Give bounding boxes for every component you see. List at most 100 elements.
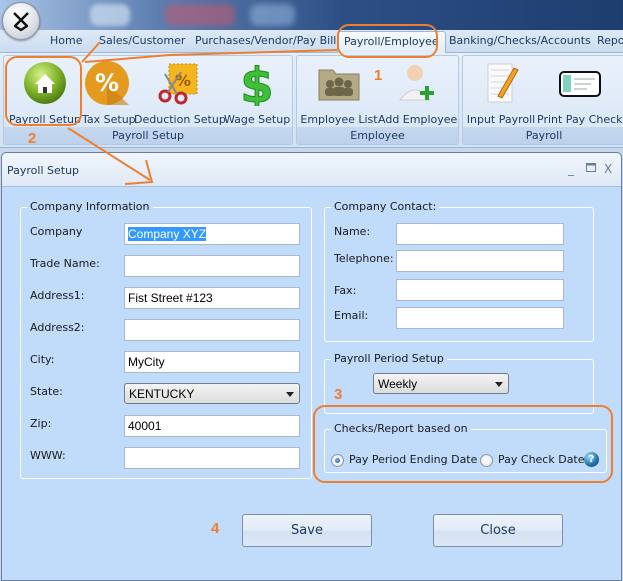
email-label: Email: [334,309,369,322]
tab-payroll-employee[interactable]: Payroll/Employee [337,31,446,54]
pay-check-date-label[interactable]: Pay Check Date [498,453,585,466]
address1-input[interactable]: Fist Street #123 [124,287,300,309]
svg-text:$: $ [240,60,273,106]
pay-check-date-radio[interactable] [480,454,493,467]
zip-label: Zip: [30,417,52,430]
employee-list-label: Employee List [300,113,378,126]
company-input[interactable]: Company XYZ [124,223,300,245]
company-information-legend: Company Information [27,200,153,213]
city-label: City: [30,353,55,366]
company-value: Company XYZ [128,227,207,241]
notepad-pencil-icon [487,63,519,103]
state-label: State: [30,385,63,398]
wage-setup-button[interactable]: $ Wage Setup [224,58,290,128]
trade-name-label: Trade Name: [30,257,100,270]
telephone-label: Telephone: [334,252,394,265]
checks-report-group: Checks/Report based on [324,422,607,473]
payroll-period-value: Weekly [378,377,418,391]
maximize-button[interactable] [586,162,596,175]
address1-label: Address1: [30,289,85,302]
company-information-group: Company Information [20,200,312,479]
percent-icon: % [85,61,129,105]
email-input[interactable] [396,307,564,329]
company-contact-legend: Company Contact: [331,200,440,213]
app-menu-button[interactable] [2,2,40,40]
title-bar-decoration [165,4,235,26]
group-label-payroll-setup: Payroll Setup [4,127,292,144]
print-pay-checks-button[interactable]: Print Pay Checks [537,58,623,128]
window-title-bar [0,0,623,30]
telephone-input[interactable] [396,250,564,272]
zip-input[interactable]: 40001 [124,415,300,437]
close-window-button[interactable]: X [604,162,612,176]
folder-users-icon [318,69,360,101]
add-employee-label: Add Employee [378,113,458,126]
contact-name-input[interactable] [396,223,564,245]
add-employee-button[interactable]: Add Employee [378,58,458,128]
input-payroll-label: Input Payroll [466,113,536,126]
fax-label: Fax: [334,284,357,297]
fax-input[interactable] [396,279,564,301]
annotation-step-3: 3 [334,386,343,403]
close-button[interactable]: Close [433,514,563,547]
state-select[interactable]: KENTUCKY [124,383,300,404]
address2-label: Address2: [30,321,85,334]
dialog-title: Payroll Setup [7,164,80,177]
tab-sales-customer[interactable]: Sales/Customer [99,34,185,47]
ribbon-group-payroll-setup: Payroll Setup % Tax Setup % Deduction Se… [3,55,293,145]
employee-list-button[interactable]: Employee List [300,58,378,128]
app-logo-icon [13,12,29,32]
ribbon-tab-bar: Home Sales/Customer Purchases/Vendor/Pay… [0,30,623,54]
contact-name-label: Name: [334,225,371,238]
title-bar-decoration [90,4,130,26]
tax-setup-button[interactable]: % Tax Setup [82,58,136,128]
scissors-coupon-icon: % [158,63,198,105]
deduction-setup-button[interactable]: % Deduction Setup [134,58,226,128]
state-value: KENTUCKY [129,387,195,401]
group-label-payroll: Payroll [463,127,623,144]
deduction-setup-label: Deduction Setup [134,113,226,126]
www-input[interactable] [124,447,300,469]
city-input[interactable]: MyCity [124,351,300,373]
tax-setup-label: Tax Setup [82,113,136,126]
svg-text:%: % [175,71,191,90]
chevron-down-icon [495,382,503,387]
annotation-step-4: 4 [211,520,220,537]
annotation-step-2: 2 [28,130,37,147]
check-icon [559,71,601,97]
pay-period-ending-radio[interactable] [331,454,344,467]
tab-home[interactable]: Home [50,34,82,47]
tab-purchases-vendor[interactable]: Purchases/Vendor/Pay Bill [195,34,336,47]
payroll-setup-button[interactable]: Payroll Setup [6,58,84,128]
tab-banking-checks[interactable]: Banking/Checks/Accounts [449,34,591,47]
tab-reports[interactable]: Repo [597,34,623,47]
checks-report-legend: Checks/Report based on [331,422,471,435]
dollar-icon: $ [240,60,274,106]
ribbon-group-payroll: Input Payroll Print Pay Checks Payroll [462,55,623,145]
chevron-down-icon [286,392,294,397]
house-icon [24,62,66,104]
ribbon: Payroll Setup % Tax Setup % Deduction Se… [0,53,623,148]
svg-text:%: % [95,69,119,97]
input-payroll-button[interactable]: Input Payroll [466,58,536,128]
wage-setup-label: Wage Setup [224,113,291,126]
company-label: Company [30,225,83,238]
group-label-employee: Employee [297,127,458,144]
pay-period-ending-label[interactable]: Pay Period Ending Date [349,453,477,466]
payroll-setup-label: Payroll Setup [8,113,82,126]
title-bar-decoration [250,4,295,26]
maximize-icon [586,163,596,172]
minimize-button[interactable]: _ [568,162,574,176]
print-pay-checks-label: Print Pay Checks [537,113,623,126]
dialog-title-bar: Payroll Setup _ X [2,153,621,187]
annotation-step-1: 1 [374,67,383,84]
address2-input[interactable] [124,319,300,341]
payroll-period-select[interactable]: Weekly [373,373,509,394]
save-button[interactable]: Save [242,514,372,547]
www-label: WWW: [30,449,66,462]
payroll-setup-dialog: Payroll Setup _ X Company Information Co… [1,152,622,581]
trade-name-input[interactable] [124,255,300,277]
help-icon[interactable]: ? [584,452,599,467]
add-user-icon [398,65,434,101]
payroll-period-legend: Payroll Period Setup [331,352,447,365]
